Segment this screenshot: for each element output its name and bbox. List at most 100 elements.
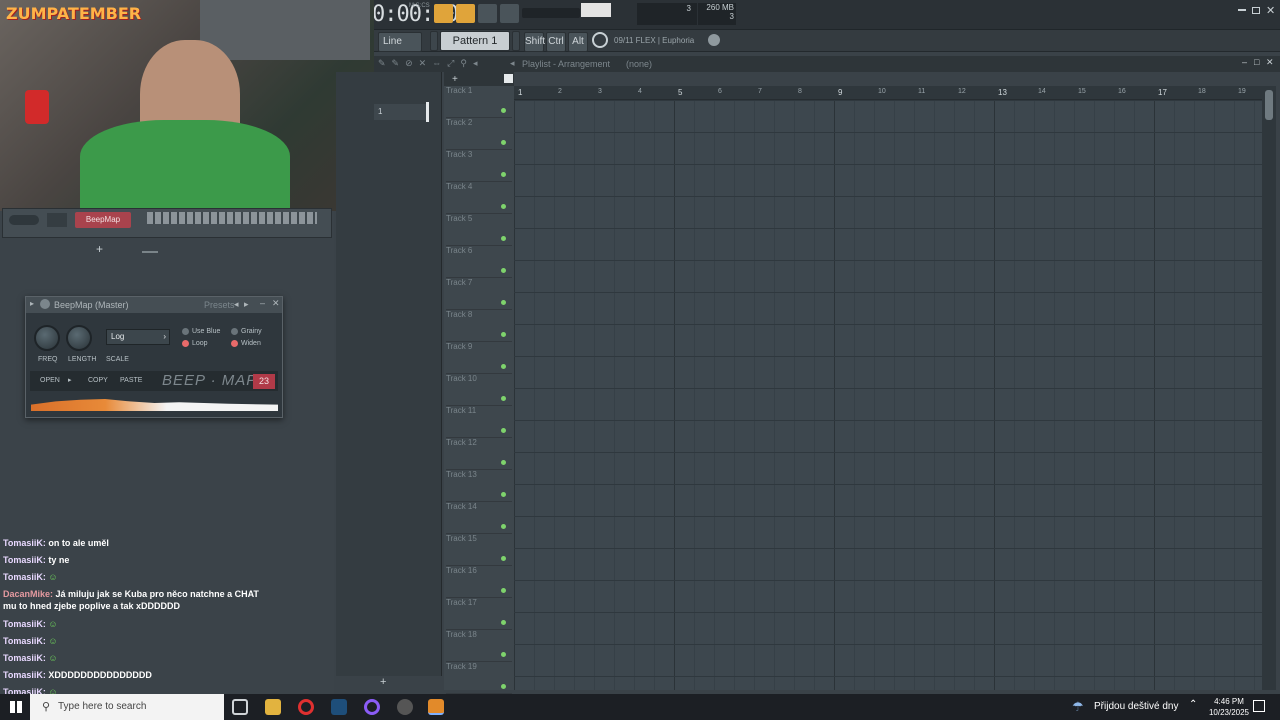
wait-icon[interactable] xyxy=(478,4,497,23)
track-mute-icon[interactable] xyxy=(501,556,506,561)
track-header[interactable]: Track 6 xyxy=(446,246,512,278)
track-header[interactable]: Track 17 xyxy=(446,598,512,630)
track-mute-icon[interactable] xyxy=(501,652,506,657)
loop-radio[interactable] xyxy=(182,340,189,347)
gear-icon[interactable] xyxy=(40,299,50,309)
playlist-arrow-icon[interactable]: ◂ xyxy=(510,58,515,69)
tray-chevron-icon[interactable]: ⌃ xyxy=(1189,699,1197,710)
file-explorer-icon[interactable] xyxy=(265,699,281,715)
channel-button-beepmap[interactable]: BeepMap xyxy=(75,212,131,228)
track-header[interactable]: Track 7 xyxy=(446,278,512,310)
track-header[interactable]: Track 3 xyxy=(446,150,512,182)
widen-radio[interactable] xyxy=(231,340,238,347)
plugin-close-icon[interactable]: ✕ xyxy=(272,298,280,309)
playlist-maximize-icon[interactable]: □ xyxy=(1254,57,1259,67)
pattern-item[interactable]: 1 xyxy=(374,104,428,120)
track-mute-icon[interactable] xyxy=(501,492,506,497)
tempo-icon[interactable] xyxy=(456,4,475,23)
track-mute-icon[interactable] xyxy=(501,108,506,113)
add-channel-button[interactable]: + xyxy=(96,242,103,256)
playlist-grid[interactable] xyxy=(514,100,1262,690)
add-track-icon[interactable]: + xyxy=(452,74,458,85)
track-header[interactable]: Track 13 xyxy=(446,470,512,502)
scale-select[interactable]: Log › xyxy=(106,329,170,345)
task-view-icon[interactable] xyxy=(232,699,248,715)
track-mute-icon[interactable] xyxy=(501,172,506,177)
pattern-selector[interactable]: Pattern 1 xyxy=(440,31,510,51)
track-header[interactable]: Track 11 xyxy=(446,406,512,438)
track-header[interactable]: Track 10 xyxy=(446,374,512,406)
weather-icon[interactable]: ☂ xyxy=(1072,699,1084,715)
track-mute-icon[interactable] xyxy=(501,236,506,241)
track-mute-icon[interactable] xyxy=(501,460,506,465)
freq-knob[interactable] xyxy=(34,325,60,351)
playlist-close-icon[interactable]: ✕ xyxy=(1266,57,1274,68)
track-mute-icon[interactable] xyxy=(501,364,506,369)
playlist-tools-icon[interactable]: ✎✎⊘✕⇔⤢⚲◂ xyxy=(378,58,483,69)
ctrl-button[interactable]: Ctrl xyxy=(546,32,566,52)
track-mute-icon[interactable] xyxy=(501,204,506,209)
track-header[interactable]: Track 19 xyxy=(446,662,512,694)
presets-label[interactable]: Presets xyxy=(204,300,235,310)
snap-select[interactable]: Line xyxy=(378,32,422,52)
steam-icon[interactable] xyxy=(331,699,347,715)
use-blue-radio[interactable] xyxy=(182,328,189,335)
track-header[interactable]: Track 15 xyxy=(446,534,512,566)
track-header[interactable]: Track 9 xyxy=(446,342,512,374)
track-header[interactable]: Track 5 xyxy=(446,214,512,246)
track-header[interactable]: Track 1 xyxy=(446,86,512,118)
track-mute-icon[interactable] xyxy=(501,620,506,625)
preset-next-icon[interactable]: ▸ xyxy=(244,299,249,310)
track-mute-icon[interactable] xyxy=(501,300,506,305)
channel-target[interactable] xyxy=(47,213,67,227)
track-header[interactable]: Track 2 xyxy=(446,118,512,150)
copy-button[interactable]: COPY xyxy=(88,377,108,384)
notification-icon[interactable] xyxy=(1253,700,1265,712)
master-volume-slider[interactable] xyxy=(522,8,580,18)
piano-icon[interactable] xyxy=(504,74,513,83)
shift-button[interactable]: Shift xyxy=(524,32,545,52)
metronome-icon[interactable] xyxy=(500,4,519,23)
playlist-minimize-icon[interactable]: – xyxy=(1242,57,1247,67)
track-header[interactable]: Track 14 xyxy=(446,502,512,534)
length-knob[interactable] xyxy=(66,325,92,351)
playlist-scrollbar[interactable] xyxy=(1262,86,1276,690)
obs-icon[interactable] xyxy=(364,699,380,715)
track-mute-icon[interactable] xyxy=(501,588,506,593)
track-header[interactable]: Track 16 xyxy=(446,566,512,598)
preset-prev-icon[interactable]: ◂ xyxy=(234,299,239,310)
taskbar-search-box[interactable]: ⚲ Type here to search xyxy=(30,694,224,720)
hint-icon[interactable] xyxy=(592,32,608,48)
track-header[interactable]: Track 18 xyxy=(446,630,512,662)
plugin-minimize-icon[interactable]: – xyxy=(260,298,265,308)
opera-icon[interactable] xyxy=(298,699,314,715)
track-header[interactable]: Track 8 xyxy=(446,310,512,342)
track-mute-icon[interactable] xyxy=(501,396,506,401)
clock[interactable]: 4:46 PM 10/23/2025 xyxy=(1206,696,1252,718)
weather-text[interactable]: Přijdou deštivé dny xyxy=(1094,701,1179,712)
open-arrow-icon[interactable]: ▸ xyxy=(68,376,72,384)
add-pattern-button[interactable]: + xyxy=(380,676,386,688)
pattern-add-button[interactable] xyxy=(512,31,520,51)
scroll-thumb[interactable] xyxy=(1265,90,1273,120)
track-mute-icon[interactable] xyxy=(501,268,506,273)
open-button[interactable]: OPEN xyxy=(40,377,60,384)
track-header[interactable]: Track 4 xyxy=(446,182,512,214)
windows-start-icon[interactable] xyxy=(10,701,22,713)
pattern-song-toggle-icon[interactable] xyxy=(434,4,453,23)
step-sequencer[interactable] xyxy=(147,212,317,224)
minimize-icon[interactable] xyxy=(1238,9,1246,11)
plugin-titlebar[interactable]: ▸ BeepMap (Master) Presets ◂ ▸ – ✕ xyxy=(26,297,282,313)
track-mute-icon[interactable] xyxy=(501,428,506,433)
maximize-icon[interactable] xyxy=(1252,7,1260,14)
grainy-radio[interactable] xyxy=(231,328,238,335)
track-mute-icon[interactable] xyxy=(501,684,506,689)
track-mute-icon[interactable] xyxy=(501,140,506,145)
track-mute-icon[interactable] xyxy=(501,332,506,337)
timeline-ruler[interactable]: 1 2 3 4 5 6 7 8 9 10 11 12 13 14 15 16 17 18 19 xyxy=(514,86,1262,100)
paste-button[interactable]: PASTE xyxy=(120,377,142,384)
pattern-prev-button[interactable] xyxy=(430,31,438,51)
close-icon[interactable]: ✕ xyxy=(1266,4,1275,17)
plugin-arrow-icon[interactable]: ▸ xyxy=(30,299,34,308)
online-icon[interactable] xyxy=(708,34,720,46)
